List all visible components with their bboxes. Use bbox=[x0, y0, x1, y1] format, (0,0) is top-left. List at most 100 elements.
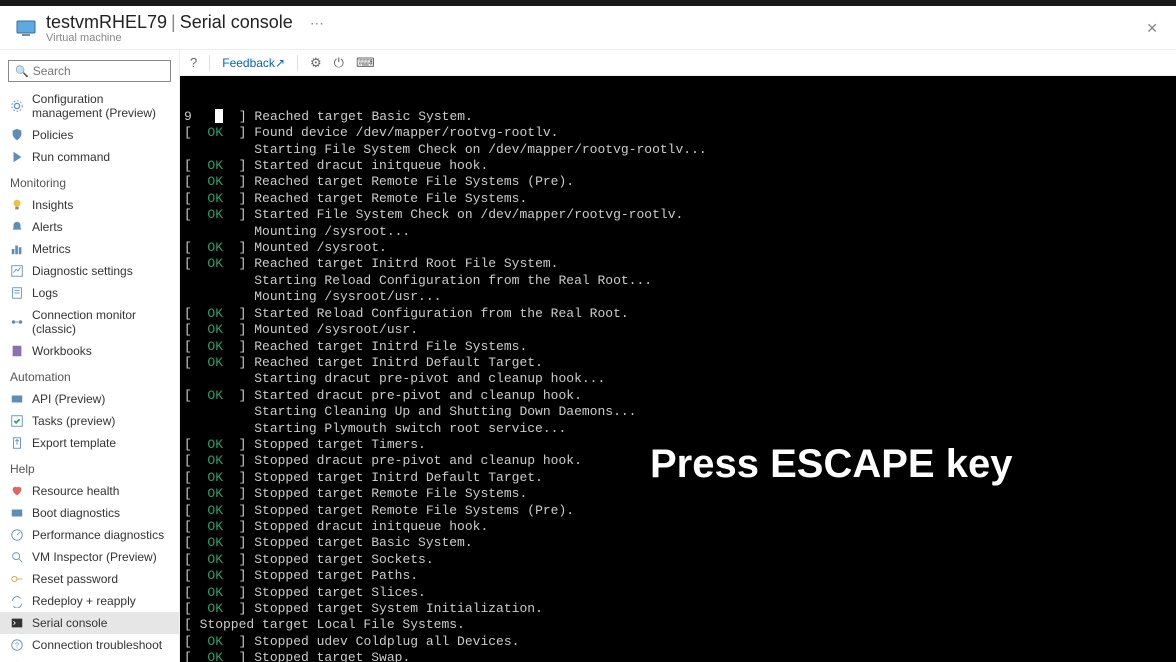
sidebar-item-tasks-preview-[interactable]: Tasks (preview) bbox=[0, 410, 179, 432]
console-line: Mounting /sysroot/usr... bbox=[184, 289, 1172, 305]
console-line: [ OK ] Started dracut pre-pivot and clea… bbox=[184, 388, 1172, 404]
bell-icon bbox=[10, 220, 24, 234]
sidebar-item-label: Resource health bbox=[32, 484, 119, 498]
console-icon bbox=[10, 616, 24, 630]
trouble-icon: ? bbox=[10, 638, 24, 652]
sidebar-section-automation: Automation bbox=[0, 362, 179, 388]
close-icon[interactable]: ✕ bbox=[1146, 20, 1158, 37]
console-line: [ OK ] Stopped target Remote File System… bbox=[184, 503, 1172, 519]
page-subtitle: Virtual machine bbox=[46, 32, 324, 44]
heart-icon bbox=[10, 484, 24, 498]
gear-icon bbox=[10, 99, 24, 113]
toolbar-separator bbox=[297, 55, 298, 71]
console-line: Starting File System Check on /dev/mappe… bbox=[184, 142, 1172, 158]
console-line: Starting Plymouth switch root service... bbox=[184, 421, 1172, 437]
console-line: [ Stopped target Local File Systems. bbox=[184, 617, 1172, 633]
serial-console-output[interactable]: 9 ] Reached target Basic System.[ OK ] F… bbox=[180, 76, 1176, 662]
console-line: [ OK ] Reached target Initrd File System… bbox=[184, 339, 1172, 355]
sidebar-item-boot-diagnostics[interactable]: Boot diagnostics bbox=[0, 502, 179, 524]
boot-icon bbox=[10, 506, 24, 520]
more-dots[interactable]: ⋯ bbox=[310, 15, 324, 31]
keyboard-icon[interactable]: ⌨ bbox=[356, 55, 375, 71]
sidebar-item-alerts[interactable]: Alerts bbox=[0, 216, 179, 238]
sidebar-item-label: Connection troubleshoot bbox=[32, 638, 162, 652]
sidebar-item-label: Tasks (preview) bbox=[32, 414, 115, 428]
redeploy-icon bbox=[10, 594, 24, 608]
sidebar-item-label: VM Inspector (Preview) bbox=[32, 550, 157, 564]
feedback-link[interactable]: Feedback↗ bbox=[222, 56, 285, 70]
sidebar-item-configuration-management-preview-[interactable]: Configuration management (Preview) bbox=[0, 88, 179, 124]
sidebar-item-performance-diagnostics[interactable]: Performance diagnostics bbox=[0, 524, 179, 546]
sidebar-item-label: Insights bbox=[32, 198, 73, 212]
console-line: [ OK ] Stopped target Remote File System… bbox=[184, 486, 1172, 502]
console-line: Mounting /sysroot... bbox=[184, 224, 1172, 240]
sidebar-item-connection-monitor-classic-[interactable]: Connection monitor (classic) bbox=[0, 304, 179, 340]
sidebar-item-api-preview-[interactable]: API (Preview) bbox=[0, 388, 179, 410]
toolbar-separator bbox=[209, 55, 210, 71]
console-line: [ OK ] Mounted /sysroot. bbox=[184, 240, 1172, 256]
vm-name: testvmRHEL79 bbox=[46, 12, 167, 32]
console-line: [ OK ] Reached target Initrd Default Tar… bbox=[184, 355, 1172, 371]
sidebar-item-export-template[interactable]: Export template bbox=[0, 432, 179, 454]
sidebar-item-connection-troubleshoot[interactable]: ? Connection troubleshoot bbox=[0, 634, 179, 656]
sidebar-item-redeploy-reapply[interactable]: Redeploy + reapply bbox=[0, 590, 179, 612]
console-line: [ OK ] Stopped target Slices. bbox=[184, 585, 1172, 601]
console-line: Starting dracut pre-pivot and cleanup ho… bbox=[184, 371, 1172, 387]
bulb-icon bbox=[10, 198, 24, 212]
sidebar-item-label: Redeploy + reapply bbox=[32, 594, 136, 608]
page-header: testvmRHEL79|Serial console ⋯ Virtual ma… bbox=[0, 6, 1176, 50]
sidebar-item-logs[interactable]: Logs bbox=[0, 282, 179, 304]
sidebar-search[interactable]: 🔍 bbox=[8, 60, 171, 82]
console-line: [ OK ] Found device /dev/mapper/rootvg-r… bbox=[184, 125, 1172, 141]
sidebar-item-vm-inspector-preview-[interactable]: VM Inspector (Preview) bbox=[0, 546, 179, 568]
chart-icon bbox=[10, 242, 24, 256]
console-line: 9 ] Reached target Basic System. bbox=[184, 109, 1172, 125]
sidebar-item-diagnostic-settings[interactable]: Diagnostic settings bbox=[0, 260, 179, 282]
power-icon[interactable]: ⏻ bbox=[334, 55, 344, 71]
console-line: [ OK ] Mounted /sysroot/usr. bbox=[184, 322, 1172, 338]
sidebar-item-label: Export template bbox=[32, 436, 116, 450]
diag-icon bbox=[10, 264, 24, 278]
page-title: testvmRHEL79|Serial console ⋯ bbox=[46, 12, 324, 33]
sidebar-item-label: Performance diagnostics bbox=[32, 528, 164, 542]
sidebar-section-monitoring: Monitoring bbox=[0, 168, 179, 194]
console-toolbar: ? Feedback↗ ⚙ ⏻ ⌨ bbox=[180, 50, 1176, 76]
settings-icon[interactable]: ⚙ bbox=[310, 55, 322, 71]
sidebar-item-insights[interactable]: Insights bbox=[0, 194, 179, 216]
console-line: [ OK ] Stopped target Paths. bbox=[184, 568, 1172, 584]
console-line: Starting Cleaning Up and Shutting Down D… bbox=[184, 404, 1172, 420]
sidebar-item-policies[interactable]: Policies bbox=[0, 124, 179, 146]
sidebar-section-help: Help bbox=[0, 454, 179, 480]
console-line: [ OK ] Reached target Initrd Root File S… bbox=[184, 256, 1172, 272]
help-icon[interactable]: ? bbox=[190, 55, 197, 70]
sidebar-item-label: Diagnostic settings bbox=[32, 264, 133, 278]
console-line: Starting Reload Configuration from the R… bbox=[184, 273, 1172, 289]
api-icon bbox=[10, 392, 24, 406]
sidebar-item-label: Boot diagnostics bbox=[32, 506, 120, 520]
vm-icon bbox=[16, 18, 36, 38]
sidebar-item-label: Logs bbox=[32, 286, 58, 300]
console-line: [ OK ] Reached target Remote File System… bbox=[184, 174, 1172, 190]
sidebar-item-learning-center[interactable]: Learning center bbox=[0, 656, 179, 662]
sidebar-item-workbooks[interactable]: Workbooks bbox=[0, 340, 179, 362]
book-icon bbox=[10, 344, 24, 358]
sidebar: 🔍 Configuration management (Preview) Poli… bbox=[0, 50, 180, 662]
key-icon bbox=[10, 572, 24, 586]
sidebar-item-resource-health[interactable]: Resource health bbox=[0, 480, 179, 502]
sidebar-item-reset-password[interactable]: Reset password bbox=[0, 568, 179, 590]
search-input[interactable] bbox=[33, 64, 180, 78]
console-line: [ OK ] Stopped target Sockets. bbox=[184, 552, 1172, 568]
search-icon: 🔍 bbox=[15, 65, 29, 78]
sidebar-item-run-command[interactable]: Run command bbox=[0, 146, 179, 168]
console-line: [ OK ] Reached target Remote File System… bbox=[184, 191, 1172, 207]
console-line: [ OK ] Started Reload Configuration from… bbox=[184, 306, 1172, 322]
task-icon bbox=[10, 414, 24, 428]
sidebar-item-label: API (Preview) bbox=[32, 392, 105, 406]
console-line: [ OK ] Stopped target Basic System. bbox=[184, 535, 1172, 551]
perf-icon bbox=[10, 528, 24, 542]
sidebar-item-label: Reset password bbox=[32, 572, 118, 586]
sidebar-item-label: Alerts bbox=[32, 220, 63, 234]
sidebar-item-serial-console[interactable]: Serial console bbox=[0, 612, 179, 634]
sidebar-item-metrics[interactable]: Metrics bbox=[0, 238, 179, 260]
sidebar-item-label: Configuration management (Preview) bbox=[32, 92, 171, 120]
